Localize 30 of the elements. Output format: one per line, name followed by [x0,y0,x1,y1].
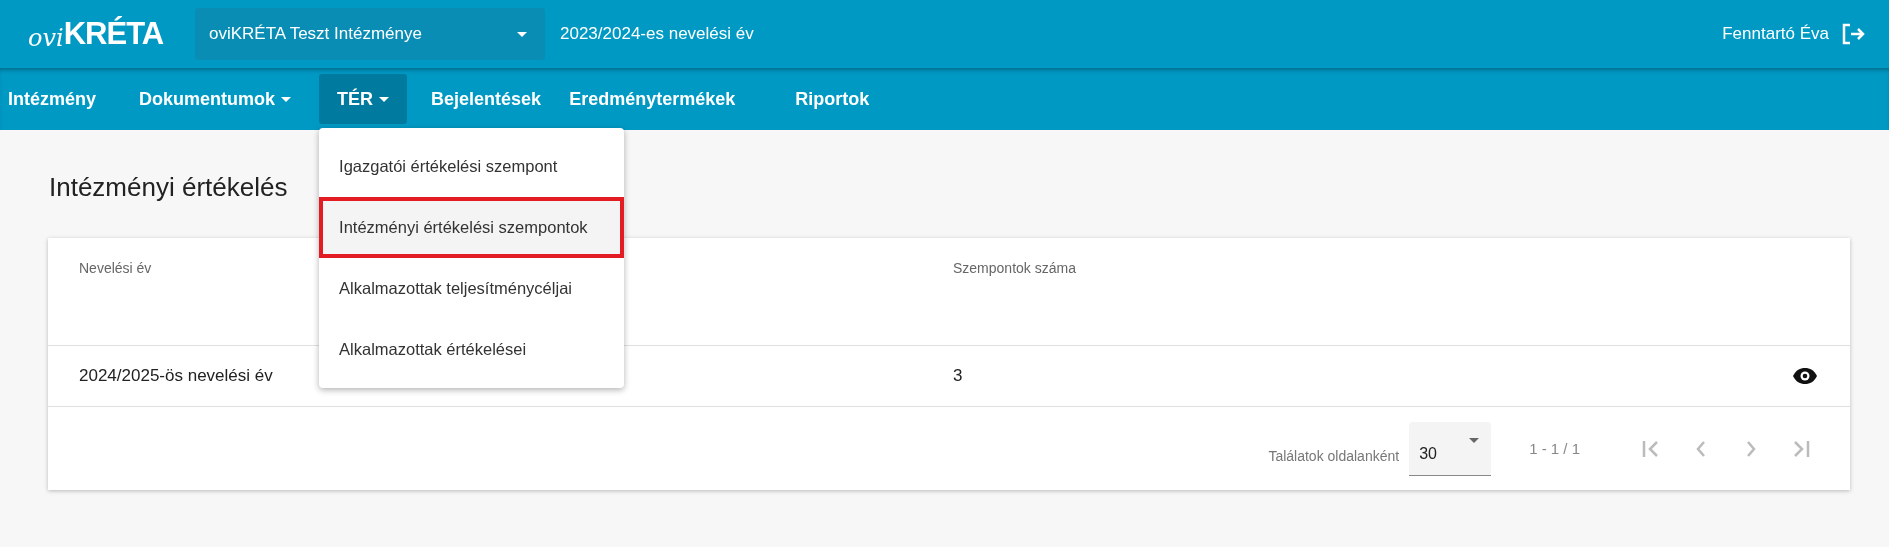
menu-item[interactable]: Intézményi értékelési szempontok [319,197,625,258]
caret-icon [281,96,292,102]
last-page-icon [1792,438,1810,459]
nav-tab[interactable]: TÉR [319,74,408,124]
column-header: Nevelési év [79,260,152,276]
view-icon[interactable] [1792,367,1818,385]
nav-tab[interactable]: Riportok [787,74,878,124]
page-size-select[interactable]: 30 [1409,421,1492,476]
caret-icon [379,96,390,102]
page-title: Intézményi értékelés [48,171,288,204]
user-name: Fenntartó Éva [1722,24,1829,44]
nav-tab[interactable]: Bejelentések [423,74,550,124]
first-page-icon [1642,438,1660,459]
nav-tab[interactable]: Intézmény [0,74,105,124]
logout-icon[interactable] [1841,23,1865,45]
institution-select[interactable]: oviKRÉTA Teszt Intézménye [195,8,545,60]
page-size-label: Találatok oldalanként [1268,447,1400,464]
caret-icon [1469,437,1480,443]
nav-tab[interactable]: Dokumentumok [131,74,300,124]
table-cell: 2024/2025-ös nevelési év [79,366,273,386]
menu-item[interactable]: Alkalmazottak értékelései [319,319,625,380]
menu-item[interactable]: Igazgatói értékelési szempont [319,136,625,197]
menu-item[interactable]: Alkalmazottak teljesítménycéljai [319,258,625,319]
column-header: Szempontok száma [953,260,1076,276]
nav-tab[interactable]: Eredménytermékek [561,74,744,124]
logo: oviKRÉTA [28,16,165,52]
table-cell: 3 [953,366,963,386]
caret-icon [517,31,527,37]
page-range: 1 - 1 / 1 [1529,440,1580,457]
school-year: 2023/2024-es nevelési év [560,24,754,44]
